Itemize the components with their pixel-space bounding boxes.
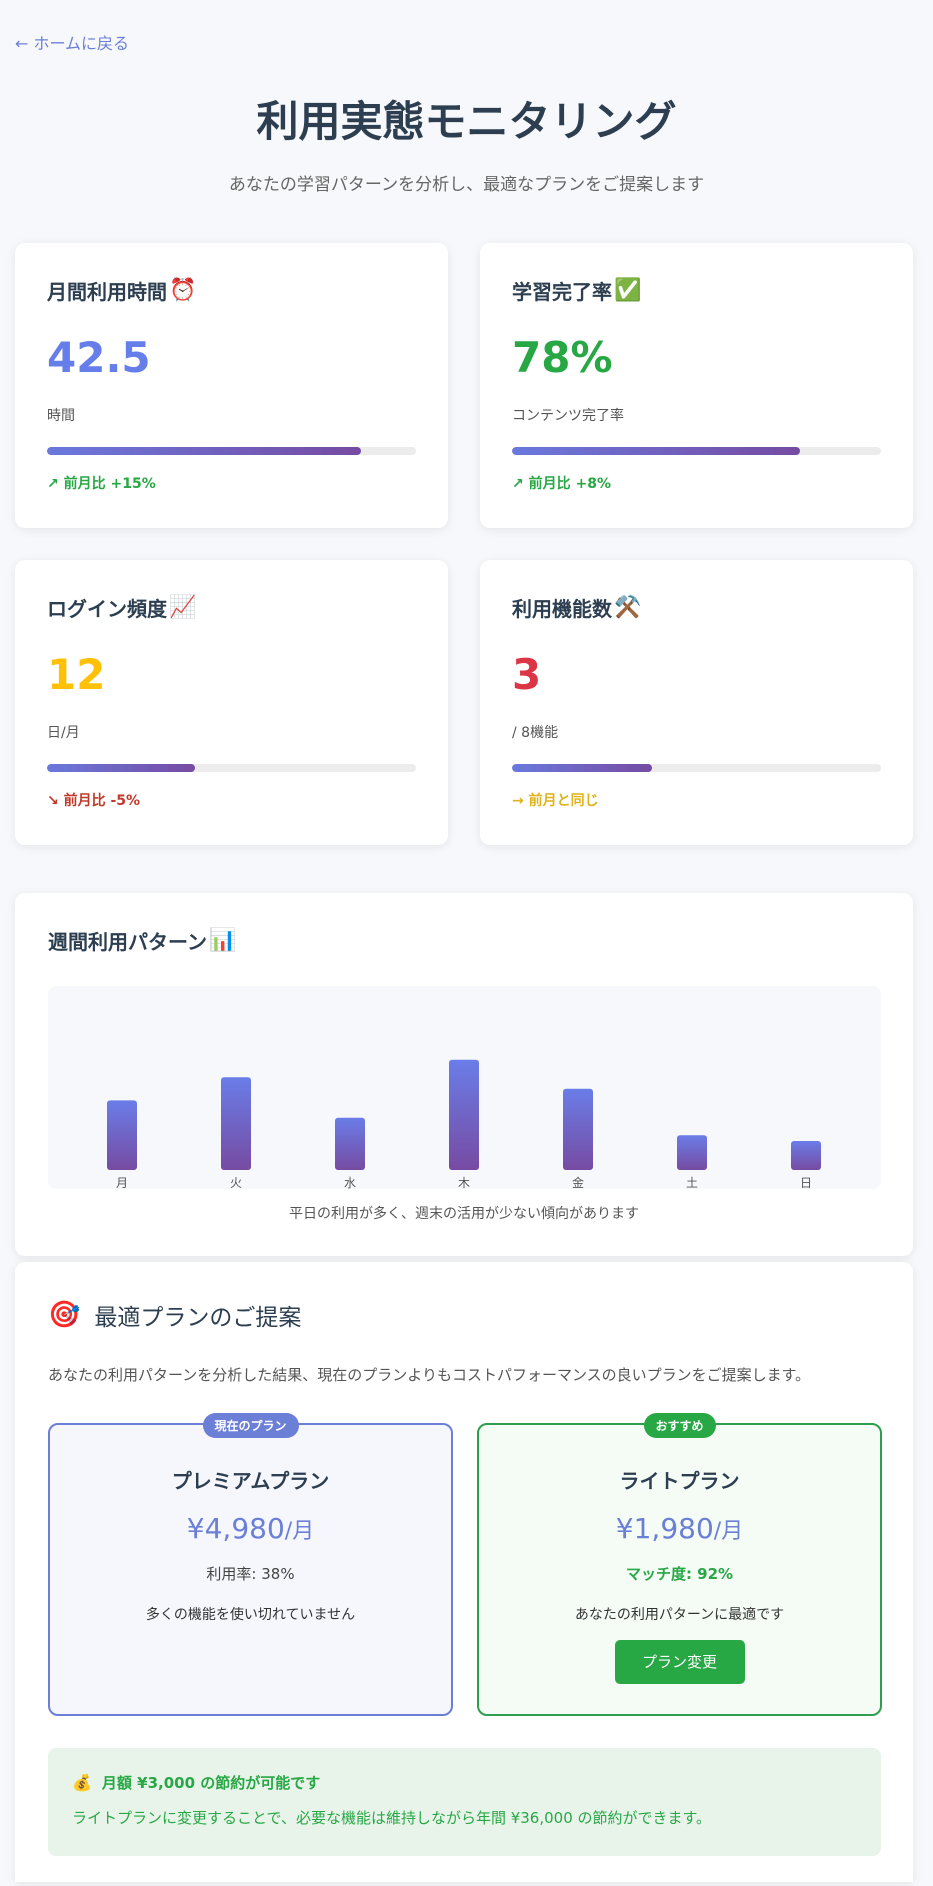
metric-unit: 日/月 xyxy=(47,725,80,741)
bar-2 xyxy=(335,1117,365,1170)
bar-0 xyxy=(107,1100,137,1170)
x-tick-label: 木 xyxy=(458,1176,470,1189)
metric-trend: ↗ 前月比 +15% xyxy=(47,476,156,492)
progress-bar-fill xyxy=(47,764,195,772)
back-to-home-link[interactable]: ← ホームに戻る xyxy=(15,30,129,54)
metric-card-login-frequency: ログイン頻度 📈 12 日/月 ↘ 前月比 -5% xyxy=(15,560,448,845)
change-plan-button[interactable]: プラン変更 xyxy=(614,1640,745,1684)
metric-title: 学習完了率 ✅ xyxy=(512,277,642,304)
bar-4 xyxy=(563,1088,593,1170)
plan-usage-rate: 利用率: 38% xyxy=(206,1565,295,1583)
page-subtitle: あなたの学習パターンを分析し、最適なプランをご提案します xyxy=(228,175,705,195)
plan-name: プレミアムプラン xyxy=(171,1469,330,1493)
plan-suggestion-card: 🎯 最適プランのご提案 あなたの利用パターンを分析した結果、現在のプランよりもコ… xyxy=(15,1262,913,1882)
metric-title: 月間利用時間 ⏰ xyxy=(47,277,197,304)
metric-value: 42.5 xyxy=(47,333,151,382)
section-title: 🎯 最適プランのご提案 xyxy=(48,1300,302,1331)
progress-bar-fill xyxy=(512,764,653,772)
metric-unit: コンテンツ完了率 xyxy=(512,408,624,424)
savings-notice: 💰 月額 ¥3,000 の節約が可能です ライトプランに変更することで、必要な機… xyxy=(48,1748,881,1856)
metric-trend: ↗ 前月比 +8% xyxy=(512,476,611,492)
progress-bar-fill xyxy=(47,447,361,455)
recommended-plan-card: おすすめ ライトプラン ¥1,980/月 マッチ度: 92% あなたの利用パター… xyxy=(477,1413,882,1716)
suggestion-description: あなたの利用パターンを分析した結果、現在のプランよりもコストパフォーマンスの良い… xyxy=(48,1366,811,1384)
tools-icon: ⚒️ xyxy=(614,594,642,620)
plan-price: ¥1,980/月 xyxy=(615,1512,744,1545)
metric-trend: ↘ 前月比 -5% xyxy=(47,793,141,809)
metric-value: 12 xyxy=(47,650,106,699)
weekly-bar-chart: 月火水木金土日 xyxy=(48,986,881,1189)
plan-price: ¥4,980/月 xyxy=(186,1512,315,1545)
plan-name: ライトプラン xyxy=(619,1469,740,1493)
x-tick-label: 火 xyxy=(230,1176,242,1189)
chart-increasing-icon: 📈 xyxy=(169,594,197,620)
bar-3 xyxy=(449,1059,479,1170)
progress-bar-fill xyxy=(512,447,800,455)
bar-5 xyxy=(677,1135,707,1170)
metric-card-monthly-hours: 月間利用時間 ⏰ 42.5 時間 ↗ 前月比 +15% xyxy=(15,243,448,528)
savings-detail: ライトプランに変更することで、必要な機能は維持しながら年間 ¥36,000 の節… xyxy=(72,1809,712,1827)
progress-bar xyxy=(47,764,416,772)
target-icon: 🎯 xyxy=(48,1300,81,1330)
metric-value: 78% xyxy=(512,333,613,382)
page-title: 利用実態モニタリング xyxy=(256,97,677,146)
chart-note: 平日の利用が多く、週末の活用が少ない傾向があります xyxy=(289,1206,639,1222)
plan-note: 多くの機能を使い切れていません xyxy=(145,1607,356,1623)
x-tick-label: 水 xyxy=(344,1176,356,1189)
metric-title: 利用機能数 ⚒️ xyxy=(512,594,642,621)
progress-bar xyxy=(512,764,881,772)
x-tick-label: 金 xyxy=(572,1175,584,1189)
metric-unit: / 8機能 xyxy=(512,725,559,741)
section-title: 週間利用パターン 📊 xyxy=(48,927,237,954)
bar-6 xyxy=(791,1141,821,1170)
money-bag-icon: 💰 xyxy=(72,1773,92,1792)
current-plan-badge: 現在のプラン xyxy=(202,1413,299,1438)
check-mark-icon: ✅ xyxy=(614,277,642,303)
alarm-clock-icon: ⏰ xyxy=(169,277,197,303)
x-tick-label: 月 xyxy=(116,1176,128,1189)
plan-note: あなたの利用パターンに最適です xyxy=(574,1607,785,1623)
current-plan-card: 現在のプラン プレミアムプラン ¥4,980/月 利用率: 38% 多くの機能を… xyxy=(48,1413,453,1716)
weekly-bar-chart-svg: 月火水木金土日 xyxy=(107,1059,821,1189)
metric-value: 3 xyxy=(512,650,542,699)
savings-headline: 💰 月額 ¥3,000 の節約が可能です xyxy=(72,1773,321,1792)
metric-trend: → 前月と同じ xyxy=(512,793,599,809)
metric-unit: 時間 xyxy=(47,408,75,424)
progress-bar xyxy=(47,447,416,455)
recommended-badge: おすすめ xyxy=(643,1413,716,1438)
progress-bar xyxy=(512,447,881,455)
x-tick-label: 日 xyxy=(800,1176,812,1189)
metric-title: ログイン頻度 📈 xyxy=(47,594,197,621)
metric-card-completion-rate: 学習完了率 ✅ 78% コンテンツ完了率 ↗ 前月比 +8% xyxy=(480,243,913,528)
weekly-usage-card: 週間利用パターン 📊 月 火 水 木 金 土 日 平日の利用が多く、週末の活用が少ない傾向が… xyxy=(15,893,913,1256)
x-tick-label: 土 xyxy=(686,1176,698,1189)
plan-match-rate: マッチ度: 92% xyxy=(625,1565,734,1583)
bar-chart-icon: 📊 xyxy=(209,927,237,953)
bar-1 xyxy=(221,1077,251,1170)
metric-card-features-used: 利用機能数 ⚒️ 3 / 8機能 → 前月と同じ xyxy=(480,560,913,845)
